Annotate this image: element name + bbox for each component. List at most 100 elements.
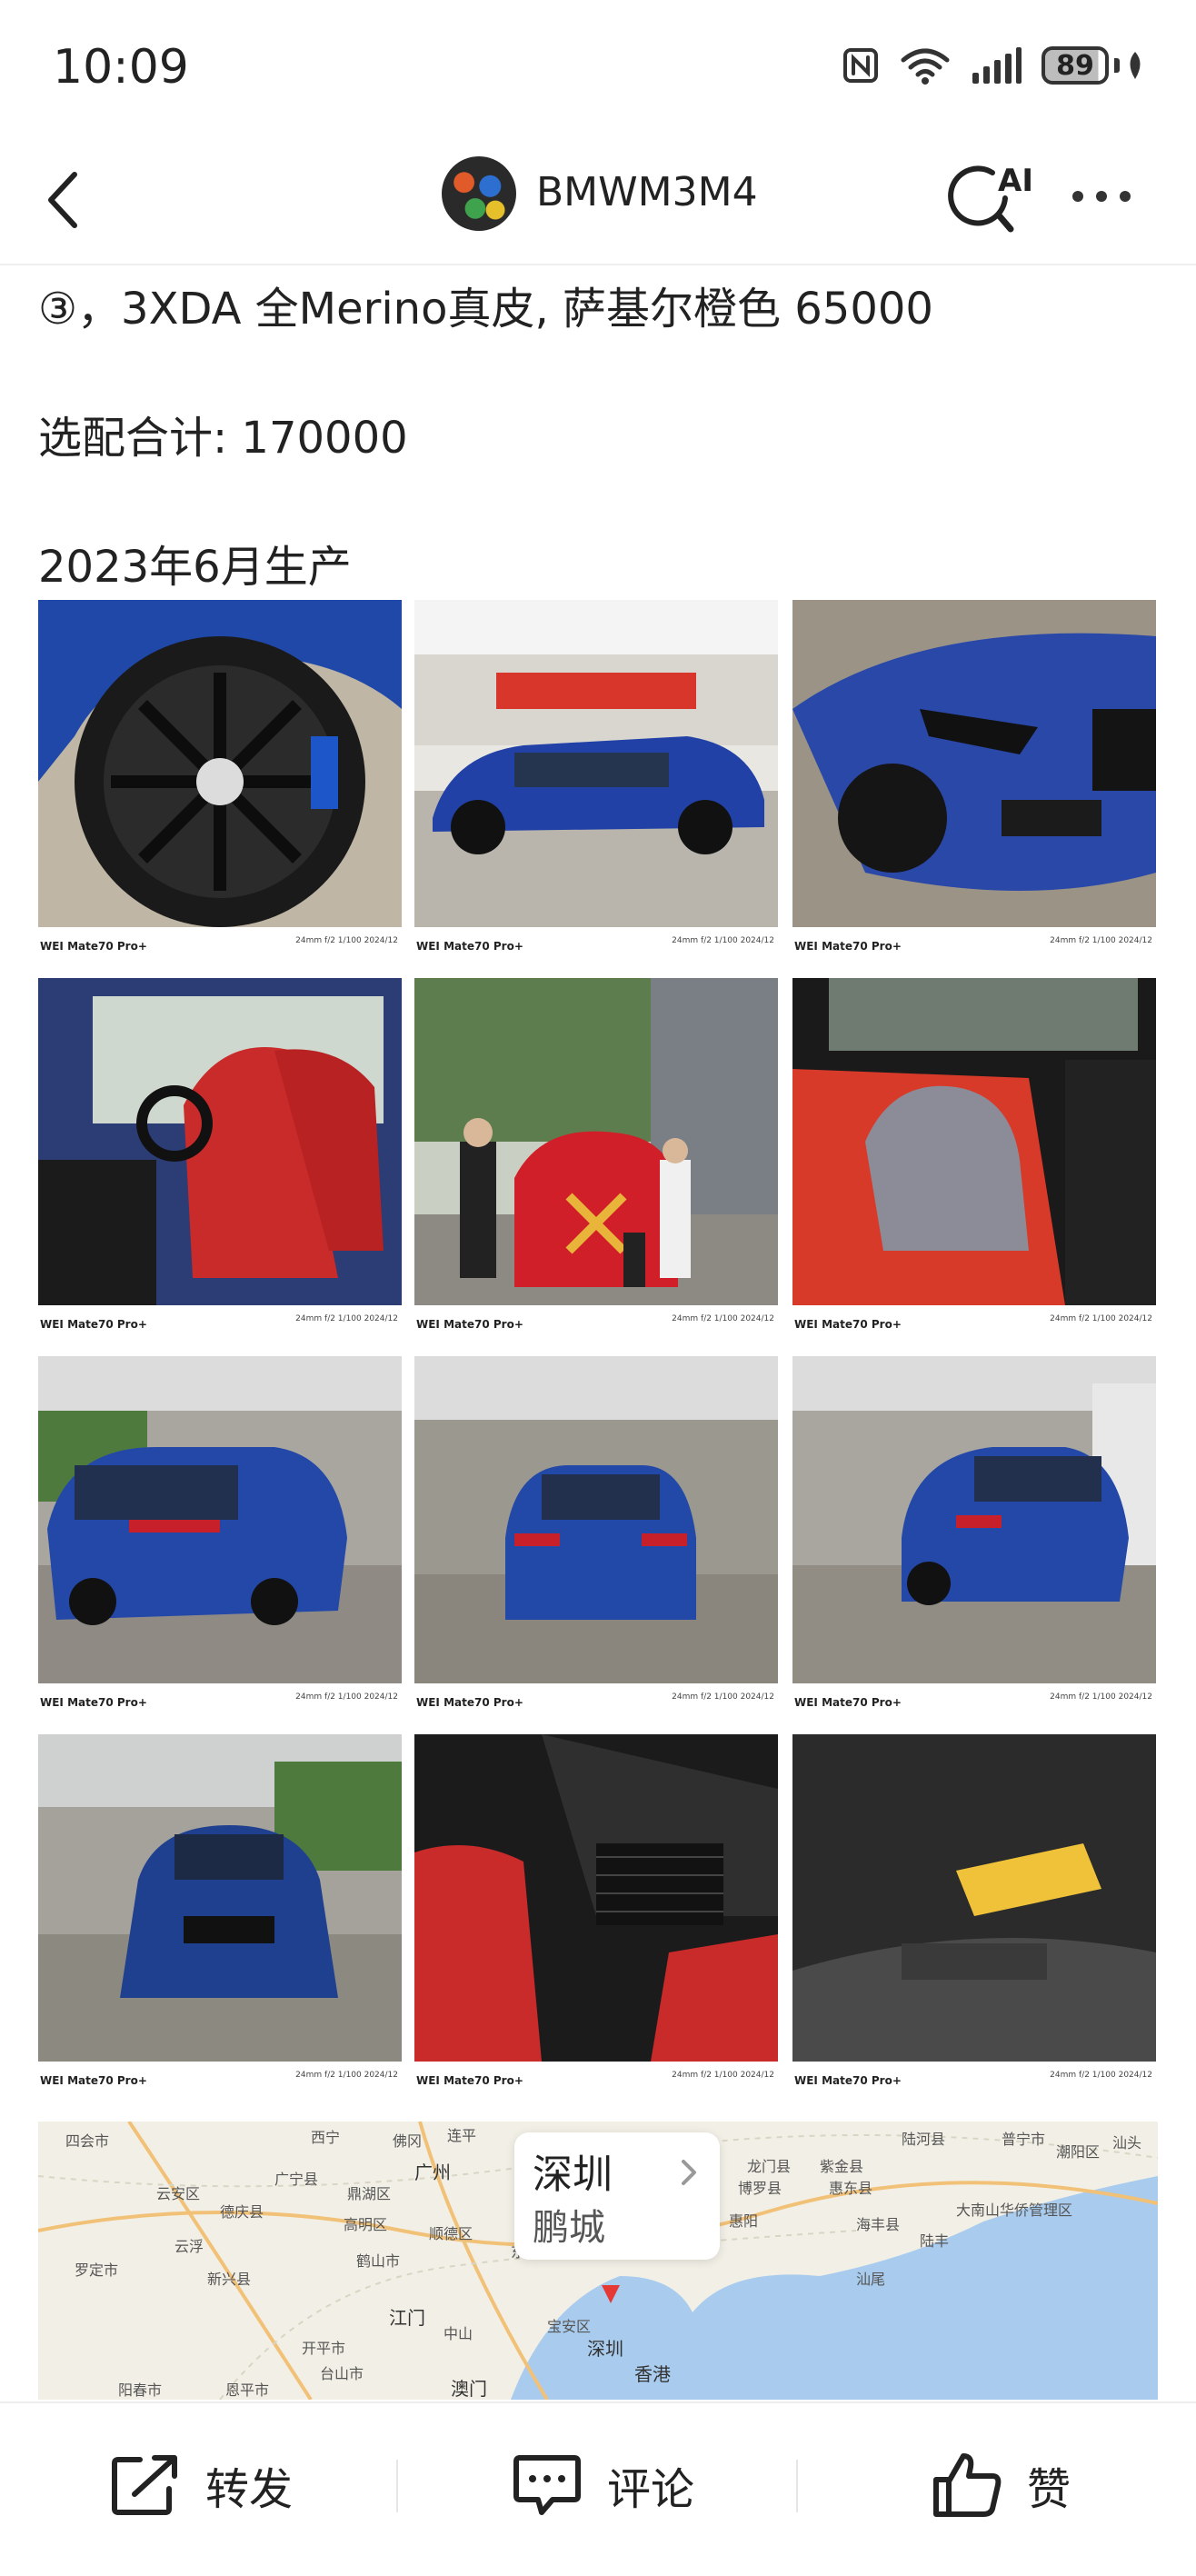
map-label: 新兴县 xyxy=(207,2271,252,2288)
share-button[interactable]: 转发 xyxy=(109,2449,293,2521)
map-label: 德庆县 xyxy=(220,2203,264,2221)
comment-button[interactable]: 评论 xyxy=(511,2449,694,2521)
map-label: 恩平市 xyxy=(225,2381,270,2399)
photo-family-delivery[interactable]: WEI Mate70 Pro+ 24mm f/2 1/100 2024/12 xyxy=(414,978,778,1354)
watermark-meta: 24mm f/2 1/100 2024/12 xyxy=(672,2071,774,2080)
divider xyxy=(396,2460,398,2512)
like-button[interactable]: 赞 xyxy=(931,2449,1071,2521)
ai-badge: AI xyxy=(998,163,1032,199)
map-label: 宝安区 xyxy=(547,2318,592,2335)
map-label: 汕尾 xyxy=(856,2271,886,2288)
location-bubble[interactable]: 深圳 鹏城 xyxy=(514,2132,720,2260)
nfc-icon xyxy=(843,48,878,83)
ai-search-button[interactable]: AI xyxy=(945,153,1033,240)
map-label: 罗定市 xyxy=(75,2261,119,2279)
photo-watermark: WEI Mate70 Pro+ 24mm f/2 1/100 2024/12 xyxy=(792,2071,1156,2111)
photo-watermark: WEI Mate70 Pro+ 24mm f/2 1/100 2024/12 xyxy=(38,1314,402,1354)
map-label: 云安区 xyxy=(156,2185,201,2202)
photo-sun-visor[interactable]: WEI Mate70 Pro+ 24mm f/2 1/100 2024/12 xyxy=(792,1734,1156,2111)
avatar[interactable] xyxy=(442,156,516,231)
map-label: 佛冈 xyxy=(393,2132,423,2150)
battery-level: 89 xyxy=(1042,46,1109,85)
watermark-meta: 24mm f/2 1/100 2024/12 xyxy=(1050,1692,1152,1702)
map-label: 台山市 xyxy=(320,2365,364,2382)
location-city: 深圳 xyxy=(533,2152,613,2198)
photo-image xyxy=(38,1734,402,2062)
map-label: 广宁县 xyxy=(274,2171,319,2188)
photo-image xyxy=(38,978,402,1305)
photo-wheel[interactable]: WEI Mate70 Pro+ 24mm f/2 1/100 2024/12 xyxy=(38,600,402,976)
post-text-line: 2023年6月生产 xyxy=(38,542,352,593)
photo-watermark: WEI Mate70 Pro+ 24mm f/2 1/100 2024/12 xyxy=(792,1314,1156,1354)
photo-image xyxy=(38,600,402,927)
more-dot xyxy=(1120,191,1131,202)
photo-interior-console[interactable]: WEI Mate70 Pro+ 24mm f/2 1/100 2024/12 xyxy=(414,1734,778,2111)
photo-watermark: WEI Mate70 Pro+ 24mm f/2 1/100 2024/12 xyxy=(38,2071,402,2111)
share-label: 转发 xyxy=(205,2464,294,2515)
photo-front-seats[interactable]: WEI Mate70 Pro+ 24mm f/2 1/100 2024/12 xyxy=(38,978,402,1354)
map-label: 汕头 xyxy=(1112,2134,1142,2152)
map-label: 陆河县 xyxy=(902,2131,946,2148)
map-label: 香港 xyxy=(634,2363,671,2385)
photo-image xyxy=(414,600,778,927)
watermark-brand: WEI Mate70 Pro+ xyxy=(794,1318,902,1331)
watermark-meta: 24mm f/2 1/100 2024/12 xyxy=(1050,936,1152,945)
post-text-line: 选配合计: 170000 xyxy=(38,413,408,464)
photo-image xyxy=(792,600,1156,927)
photo-watermark: WEI Mate70 Pro+ 24mm f/2 1/100 2024/12 xyxy=(38,936,402,976)
back-button[interactable] xyxy=(38,164,93,236)
ai-search-icon: AI xyxy=(948,163,1033,233)
watermark-brand: WEI Mate70 Pro+ xyxy=(794,1696,902,1709)
comment-icon xyxy=(513,2455,581,2515)
location-map[interactable]: 四会市 西宁 佛冈 连平 陆河县 普宁市 潮阳区 汕头 广宁县 鼎湖区 广州 博… xyxy=(38,2122,1158,2400)
wifi-icon xyxy=(901,48,950,85)
photo-suv-front[interactable]: WEI Mate70 Pro+ 24mm f/2 1/100 2024/12 xyxy=(792,600,1156,976)
photo-image xyxy=(414,1356,778,1683)
leaf-icon xyxy=(1130,52,1141,79)
watermark-meta: 24mm f/2 1/100 2024/12 xyxy=(295,936,398,945)
map-label: 普宁市 xyxy=(1002,2131,1046,2148)
photo-rear-child-seat[interactable]: WEI Mate70 Pro+ 24mm f/2 1/100 2024/12 xyxy=(792,978,1156,1354)
map-label: 顺德区 xyxy=(429,2225,473,2242)
map-label: 潮阳区 xyxy=(1056,2143,1101,2161)
map-label: 江门 xyxy=(389,2307,425,2329)
username[interactable]: BMWM3M4 xyxy=(536,169,758,215)
map-label: 博罗县 xyxy=(738,2180,782,2197)
photo-image xyxy=(792,978,1156,1305)
watermark-brand: WEI Mate70 Pro+ xyxy=(416,2074,523,2087)
map-label: 惠东县 xyxy=(829,2180,873,2197)
map-label: 鼎湖区 xyxy=(347,2185,392,2202)
map-label: 澳门 xyxy=(451,2378,487,2400)
photo-watermark: WEI Mate70 Pro+ 24mm f/2 1/100 2024/12 xyxy=(414,2071,778,2111)
photo-rear-quarter-left[interactable]: WEI Mate70 Pro+ 24mm f/2 1/100 2024/12 xyxy=(38,1356,402,1732)
photo-suv-side[interactable]: WEI Mate70 Pro+ 24mm f/2 1/100 2024/12 xyxy=(414,600,778,976)
action-bar: 转发 评论 赞 xyxy=(0,2401,1196,2576)
watermark-meta: 24mm f/2 1/100 2024/12 xyxy=(672,1692,774,1702)
map-label: 中山 xyxy=(444,2325,473,2342)
map-label: 西宁 xyxy=(311,2129,341,2146)
watermark-meta: 24mm f/2 1/100 2024/12 xyxy=(295,1314,398,1323)
map-label: 海丰县 xyxy=(856,2216,901,2233)
photo-rear-center[interactable]: WEI Mate70 Pro+ 24mm f/2 1/100 2024/12 xyxy=(414,1356,778,1732)
location-district: 鹏城 xyxy=(533,2207,605,2249)
photo-rear-quarter-right[interactable]: WEI Mate70 Pro+ 24mm f/2 1/100 2024/12 xyxy=(792,1356,1156,1732)
watermark-brand: WEI Mate70 Pro+ xyxy=(40,1318,147,1331)
watermark-meta: 24mm f/2 1/100 2024/12 xyxy=(1050,2071,1152,2080)
watermark-meta: 24mm f/2 1/100 2024/12 xyxy=(1050,1314,1152,1323)
watermark-brand: WEI Mate70 Pro+ xyxy=(416,1318,523,1331)
photo-watermark: WEI Mate70 Pro+ 24mm f/2 1/100 2024/12 xyxy=(792,936,1156,976)
thumbs-up-icon xyxy=(933,2453,1002,2517)
photo-image xyxy=(414,978,778,1305)
more-button[interactable] xyxy=(1072,178,1145,215)
watermark-meta: 24mm f/2 1/100 2024/12 xyxy=(295,1692,398,1702)
map-label: 四会市 xyxy=(65,2132,110,2150)
photo-front-gas-station[interactable]: WEI Mate70 Pro+ 24mm f/2 1/100 2024/12 xyxy=(38,1734,402,2111)
watermark-brand: WEI Mate70 Pro+ xyxy=(40,2074,147,2087)
map-label: 大南山华侨管理区 xyxy=(956,2202,1073,2219)
map-label: 广州 xyxy=(414,2162,451,2183)
status-bar: 10:09 89 xyxy=(0,0,1196,136)
status-icons: 89 xyxy=(842,45,1145,85)
map-label: 惠阳 xyxy=(729,2212,759,2230)
watermark-brand: WEI Mate70 Pro+ xyxy=(416,940,523,953)
photo-image xyxy=(414,1734,778,2062)
